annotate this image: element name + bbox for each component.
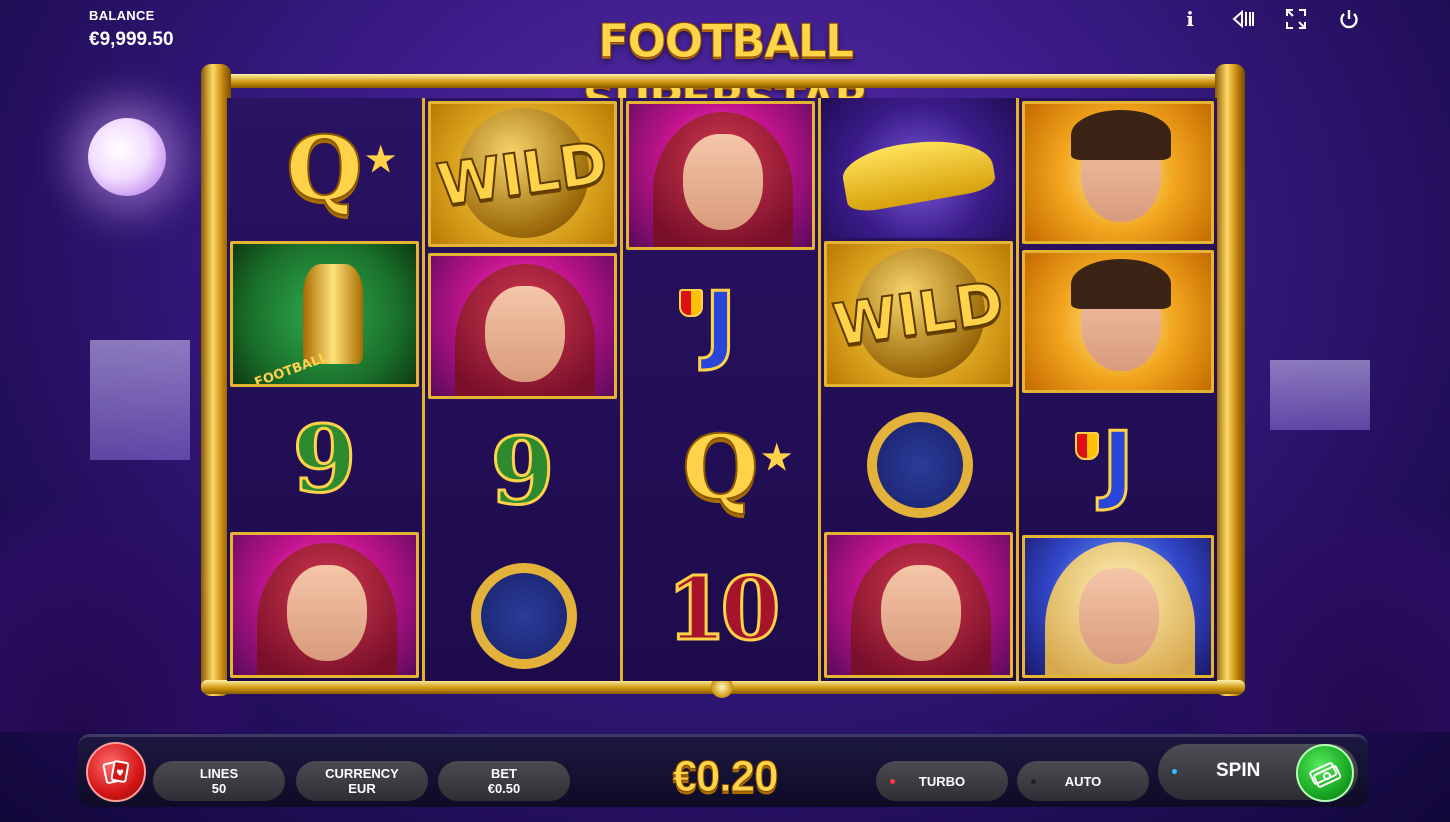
currency-selector[interactable]: CURRENCY EUR — [296, 761, 428, 801]
svg-text:♥: ♥ — [116, 769, 124, 779]
star-icon: ★ — [761, 437, 792, 478]
face — [287, 565, 367, 662]
turbo-label: TURBO — [918, 773, 966, 789]
bet-value: €0.50 — [487, 781, 521, 796]
reel-1: Q ★ FOOTBALL 9 — [227, 98, 425, 681]
symbol-wild: WILD — [824, 240, 1013, 387]
spin-label: SPIN — [1216, 760, 1261, 781]
symbol-car — [821, 98, 1016, 238]
lines-selector[interactable]: LINES 50 — [153, 761, 285, 801]
reel-3: J Q ★ 10 — [623, 98, 821, 681]
symbol-girl-red — [428, 252, 617, 399]
auto-indicator — [1031, 779, 1036, 784]
trophy-icon — [303, 263, 363, 364]
symbol-girl-blonde — [1022, 535, 1214, 678]
banknotes-icon — [1309, 762, 1342, 788]
spin-indicator — [1172, 769, 1177, 774]
face — [1079, 568, 1159, 665]
spin-circle[interactable] — [1296, 744, 1354, 802]
moon — [88, 118, 166, 196]
face — [485, 285, 565, 382]
symbol-j: J — [1019, 396, 1217, 533]
lines-label: LINES — [199, 766, 239, 781]
reel-4: WILD — [821, 98, 1019, 681]
frame-right-post — [1215, 64, 1245, 696]
symbol-nine: 9 — [291, 404, 358, 515]
symbol-girl-red — [824, 532, 1013, 678]
symbol-wild: WILD — [428, 101, 617, 247]
symbol-q: Q ★ — [681, 414, 792, 520]
currency-value: EUR — [348, 781, 376, 796]
frame-top-rail — [201, 74, 1245, 88]
game-logo: FOOTBALL SUPERSTAR — [582, 14, 870, 127]
fullscreen-icon[interactable] — [1285, 8, 1307, 30]
reel-2: WILD 9 — [425, 98, 623, 681]
spin-button[interactable]: SPIN — [1158, 744, 1358, 802]
symbol-player — [1022, 101, 1214, 244]
reels-grid: Q ★ FOOTBALL 9 WILD 9 J Q ★ 10 WILD J — [227, 98, 1217, 681]
symbol-nine: 9 — [489, 416, 556, 527]
symbol-player — [1022, 249, 1214, 393]
symbol-girl-red — [230, 532, 419, 678]
sound-icon[interactable] — [1232, 8, 1254, 30]
villa-left — [90, 340, 190, 460]
symbol-girl-red — [626, 101, 815, 250]
symbol-watch — [425, 541, 620, 681]
car-icon — [838, 129, 998, 215]
total-stake: €0.20 — [672, 752, 779, 802]
reel-5: J — [1019, 98, 1217, 681]
face — [683, 134, 763, 230]
watch-icon — [867, 411, 973, 518]
turbo-toggle[interactable]: TURBO — [876, 761, 1008, 801]
balance-display: BALANCE €9,999.50 — [89, 8, 174, 51]
currency-label: CURRENCY — [325, 766, 399, 781]
turbo-indicator — [890, 779, 895, 784]
cards-icon: ♥ — [102, 760, 130, 784]
shield-icon — [679, 288, 703, 317]
info-icon[interactable]: i — [1179, 7, 1201, 31]
symbol-trophy: FOOTBALL — [230, 240, 419, 387]
symbol-j: J — [623, 253, 818, 396]
lines-value: 50 — [211, 781, 227, 796]
symbol-q: Q ★ — [285, 115, 396, 221]
symbol-ten: 10 — [665, 558, 782, 662]
symbol-watch — [821, 390, 1016, 530]
shield-icon — [1075, 431, 1099, 460]
bet-label: BET — [491, 766, 517, 781]
paytable-button[interactable]: ♥ — [86, 742, 146, 802]
top-toolbar: i — [1179, 7, 1360, 31]
balance-label: BALANCE — [89, 8, 155, 23]
auto-label: AUTO — [1064, 773, 1102, 789]
watch-icon — [471, 563, 577, 670]
power-icon[interactable] — [1338, 8, 1360, 30]
auto-toggle[interactable]: AUTO — [1017, 761, 1149, 801]
villa-right — [1270, 360, 1370, 430]
balance-value: €9,999.50 — [89, 29, 174, 50]
star-icon: ★ — [365, 140, 396, 180]
bet-selector[interactable]: BET €0.50 — [438, 761, 570, 801]
face — [881, 565, 961, 662]
